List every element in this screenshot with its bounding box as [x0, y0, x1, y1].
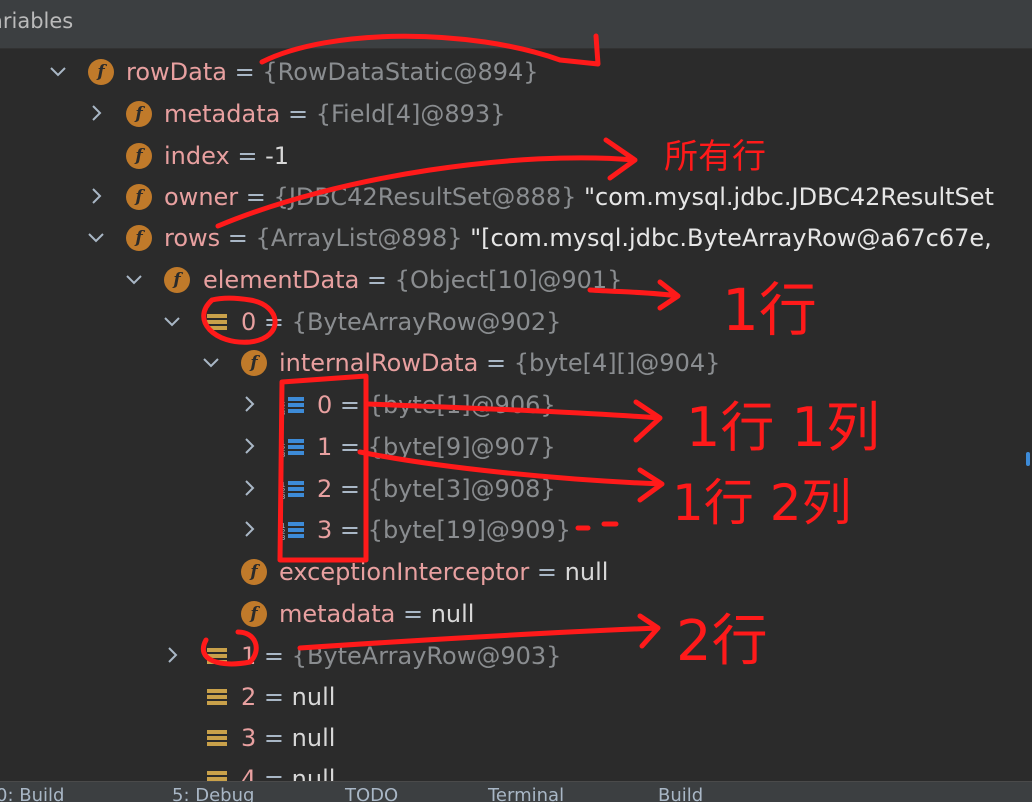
- array-icon: 123: [281, 394, 305, 417]
- tree-row-element-3[interactable]: 3 = null: [0, 717, 1032, 759]
- tool-window-bar: 0: Build 5: Debug TODO Terminal Build: [0, 781, 1032, 802]
- tree-row-owner[interactable]: f owner = {JDBC42ResultSet@888} "com.mys…: [0, 176, 1032, 218]
- tree-row-exceptionInterceptor[interactable]: f exceptionInterceptor = null: [0, 551, 1032, 593]
- row-label: 3 = {byte[19]@909}: [317, 516, 571, 544]
- field-icon: f: [241, 559, 267, 585]
- list-icon: [205, 686, 229, 708]
- field-icon: f: [241, 601, 267, 627]
- chevron-right-icon[interactable]: [84, 185, 108, 209]
- build-tab-2[interactable]: Build: [658, 784, 703, 802]
- row-label: rows = {ArrayList@898} "[com.mysql.jdbc.…: [164, 224, 992, 252]
- row-label: 4 = null: [241, 765, 336, 781]
- row-label: metadata = null: [279, 600, 475, 628]
- panel-title: ariables: [0, 9, 74, 33]
- row-label: 2 = null: [241, 683, 336, 711]
- row-label: 0 = {ByteArrayRow@902}: [241, 308, 562, 336]
- chevron-right-icon[interactable]: [237, 477, 261, 501]
- svg-text:3: 3: [281, 493, 285, 500]
- row-label: rowData = {RowDataStatic@894}: [126, 58, 539, 86]
- row-label: index = -1: [164, 142, 289, 170]
- tree-row-internalRowData[interactable]: f internalRowData = {byte[4][]@904}: [0, 342, 1032, 384]
- field-icon: f: [241, 350, 267, 376]
- field-icon: f: [126, 225, 152, 251]
- list-icon: [205, 311, 229, 333]
- scrollbar-marker[interactable]: [1026, 452, 1030, 466]
- tree-row-rowData[interactable]: f rowData = {RowDataStatic@894}: [0, 51, 1032, 93]
- row-label: 1 = {ByteArrayRow@903}: [241, 642, 562, 670]
- variables-panel-header: ariables: [0, 0, 1032, 49]
- row-label: metadata = {Field[4]@893}: [164, 100, 506, 128]
- svg-text:3: 3: [281, 409, 285, 416]
- tree-row-byte-2[interactable]: 123 2 = {byte[3]@908}: [0, 468, 1032, 510]
- tree-row-rows[interactable]: f rows = {ArrayList@898} "[com.mysql.jdb…: [0, 217, 1032, 259]
- row-label: elementData = {Object[10]@901}: [203, 266, 623, 294]
- row-label: exceptionInterceptor = null: [279, 558, 609, 586]
- chevron-right-icon[interactable]: [237, 518, 261, 542]
- chevron-right-icon[interactable]: [237, 393, 261, 417]
- tree-row-element-4[interactable]: 4 = null: [0, 758, 1032, 781]
- chevron-right-icon[interactable]: [160, 644, 184, 668]
- tree-row-byte-0[interactable]: 123 0 = {byte[1]@906}: [0, 384, 1032, 426]
- debug-tab[interactable]: 5: Debug: [172, 784, 254, 802]
- field-icon: f: [126, 184, 152, 210]
- tree-row-index[interactable]: f index = -1: [0, 135, 1032, 177]
- field-icon: f: [88, 59, 114, 85]
- array-icon: 123: [281, 519, 305, 542]
- tree-row-metadata-null[interactable]: f metadata = null: [0, 593, 1032, 635]
- row-label: internalRowData = {byte[4][]@904}: [279, 349, 721, 377]
- chevron-down-icon[interactable]: [46, 60, 70, 84]
- chevron-right-icon[interactable]: [237, 435, 261, 459]
- row-label: 1 = {byte[9]@907}: [317, 433, 556, 461]
- row-label: 0 = {byte[1]@906}: [317, 391, 556, 419]
- tree-row-byte-3[interactable]: 123 3 = {byte[19]@909}: [0, 509, 1032, 551]
- variables-tree[interactable]: f rowData = {RowDataStatic@894} f metada…: [0, 49, 1032, 781]
- chevron-down-icon[interactable]: [199, 351, 223, 375]
- array-icon: 123: [281, 436, 305, 459]
- tree-row-element-0[interactable]: 0 = {ByteArrayRow@902}: [0, 301, 1032, 343]
- tree-row-metadata[interactable]: f metadata = {Field[4]@893}: [0, 93, 1032, 135]
- list-icon: [205, 768, 229, 781]
- tree-row-element-2[interactable]: 2 = null: [0, 676, 1032, 718]
- terminal-tab[interactable]: Terminal: [488, 784, 564, 802]
- field-icon: f: [126, 143, 152, 169]
- row-label: 3 = null: [241, 724, 336, 752]
- field-icon: f: [164, 267, 190, 293]
- list-icon: [205, 645, 229, 667]
- chevron-right-icon[interactable]: [84, 102, 108, 126]
- tree-row-byte-1[interactable]: 123 1 = {byte[9]@907}: [0, 426, 1032, 468]
- chevron-down-icon[interactable]: [84, 226, 108, 250]
- row-label: owner = {JDBC42ResultSet@888} "com.mysql…: [164, 183, 994, 211]
- tree-row-element-1[interactable]: 1 = {ByteArrayRow@903}: [0, 635, 1032, 677]
- array-icon: 123: [281, 478, 305, 501]
- chevron-down-icon[interactable]: [160, 310, 184, 334]
- todo-tab[interactable]: TODO: [345, 784, 398, 802]
- svg-text:3: 3: [281, 451, 285, 458]
- field-icon: f: [126, 101, 152, 127]
- build-tab[interactable]: 0: Build: [0, 784, 64, 802]
- svg-text:3: 3: [281, 534, 285, 541]
- chevron-down-icon[interactable]: [122, 268, 146, 292]
- row-label: 2 = {byte[3]@908}: [317, 475, 556, 503]
- tree-row-elementData[interactable]: f elementData = {Object[10]@901}: [0, 259, 1032, 301]
- list-icon: [205, 727, 229, 749]
